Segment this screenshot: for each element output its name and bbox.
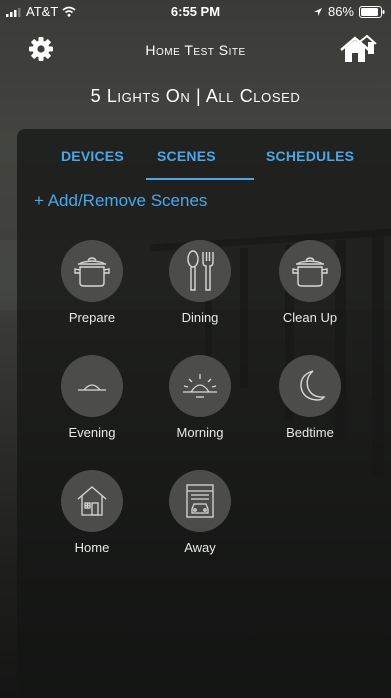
tab-scenes[interactable]: SCENES bbox=[157, 148, 216, 164]
scene-icon-circle bbox=[169, 355, 231, 417]
tab-bar: DEVICES SCENES SCHEDULES bbox=[17, 142, 391, 180]
scene-label: Prepare bbox=[68, 310, 116, 325]
status-right: 86% bbox=[313, 4, 385, 19]
scene-clean-up[interactable]: Clean Up bbox=[260, 240, 360, 325]
battery-icon bbox=[359, 5, 385, 18]
scene-icon-circle bbox=[169, 240, 231, 302]
utensils-icon bbox=[187, 250, 214, 291]
scene-icon-circle bbox=[61, 355, 123, 417]
scene-label: Dining bbox=[181, 310, 219, 325]
scene-prepare[interactable]: Prepare bbox=[42, 240, 142, 325]
scene-icon-circle bbox=[279, 240, 341, 302]
house-icon bbox=[77, 486, 107, 516]
scene-icon-circle bbox=[61, 240, 123, 302]
scene-morning[interactable]: Morning bbox=[150, 355, 250, 440]
pot-icon bbox=[74, 257, 110, 287]
garage-icon bbox=[186, 484, 214, 518]
scene-label: Morning bbox=[176, 425, 224, 440]
pot-icon bbox=[292, 257, 328, 287]
location-arrow-icon bbox=[313, 7, 322, 16]
status-bar: AT&T 6:55 PM 86% bbox=[0, 0, 391, 22]
scene-bedtime[interactable]: Bedtime bbox=[260, 355, 360, 440]
sunrise-icon bbox=[183, 374, 217, 398]
add-remove-scenes-link[interactable]: + Add/Remove Scenes bbox=[34, 191, 207, 211]
site-title: Home Test Site bbox=[145, 42, 246, 58]
scene-icon-circle bbox=[61, 470, 123, 532]
scene-label: Bedtime bbox=[286, 425, 334, 440]
scene-evening[interactable]: Evening bbox=[42, 355, 142, 440]
home-icon[interactable] bbox=[339, 34, 377, 64]
scene-away[interactable]: Away bbox=[150, 470, 250, 555]
scene-icon-circle bbox=[279, 355, 341, 417]
scene-label: Away bbox=[184, 540, 216, 555]
status-summary: 5 Lights On | All Closed bbox=[90, 86, 301, 106]
scene-home[interactable]: Home bbox=[42, 470, 142, 555]
moon-icon bbox=[300, 370, 326, 401]
header: Home Test Site bbox=[0, 28, 391, 68]
scene-icon-circle bbox=[169, 470, 231, 532]
active-tab-indicator bbox=[146, 178, 254, 180]
sunset-icon bbox=[78, 384, 106, 391]
scene-label: Clean Up bbox=[282, 310, 338, 325]
scene-label: Home bbox=[74, 540, 110, 555]
tab-schedules[interactable]: SCHEDULES bbox=[266, 148, 354, 164]
battery-percent: 86% bbox=[327, 4, 354, 19]
tab-devices[interactable]: DEVICES bbox=[61, 148, 124, 164]
scene-dining[interactable]: Dining bbox=[150, 240, 250, 325]
scene-label: Evening bbox=[68, 425, 116, 440]
